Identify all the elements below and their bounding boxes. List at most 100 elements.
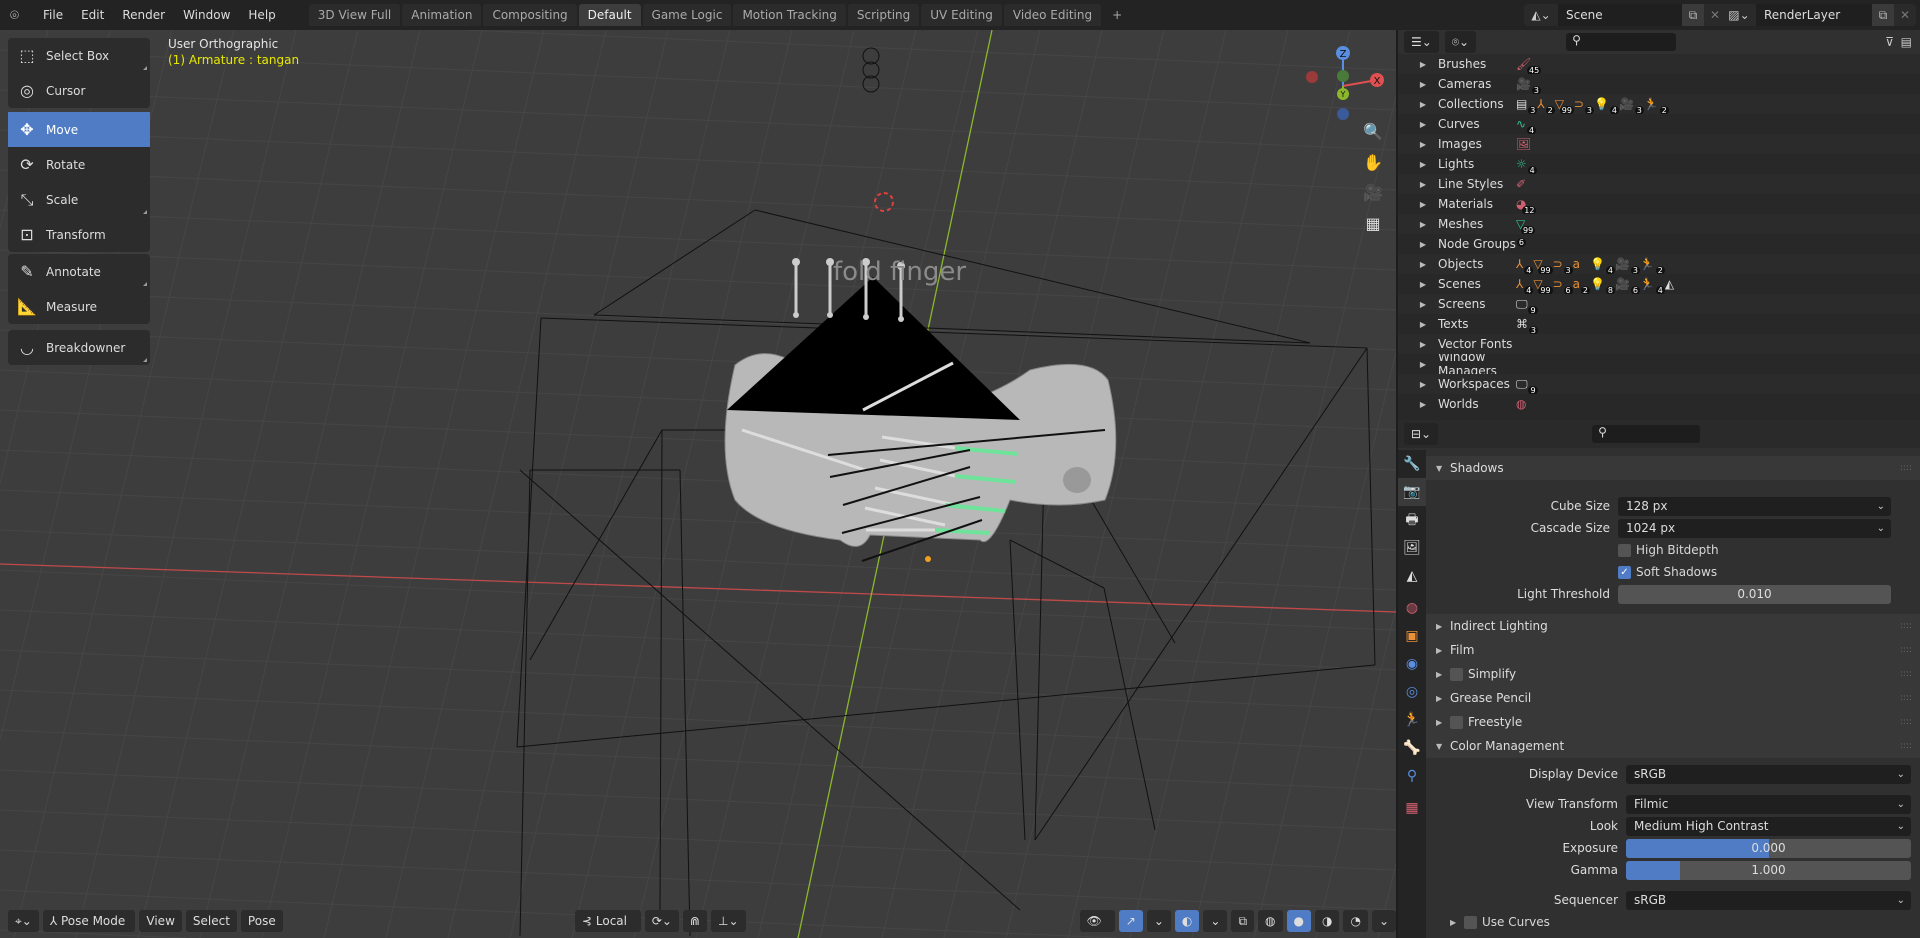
datablock-icon[interactable]: ◭ bbox=[1665, 276, 1681, 292]
tab-motion-tracking[interactable]: Motion Tracking bbox=[733, 4, 846, 26]
tool-scale[interactable]: ⤡ Scale bbox=[8, 182, 150, 217]
drag-handle-icon[interactable]: :::: bbox=[1900, 669, 1912, 679]
drag-handle-icon[interactable]: :::: bbox=[1900, 741, 1912, 751]
expand-arrow-icon[interactable]: ▶ bbox=[1398, 140, 1438, 149]
datablock-icon[interactable]: a2 bbox=[1573, 276, 1590, 294]
properties-tab-icon[interactable]: 🖶 bbox=[1398, 506, 1426, 534]
blender-logo-icon[interactable]: ⌾ bbox=[10, 6, 34, 24]
outliner-item-screens[interactable]: ▶ Screens 🖵 9 bbox=[1398, 294, 1920, 314]
navigation-gizmo[interactable]: Z X Y bbox=[1300, 38, 1390, 128]
panel-header[interactable]: ▼ Color Management:::: bbox=[1426, 734, 1920, 758]
scene-selector[interactable]: ◭⌄ Scene ⧉ ✕ bbox=[1524, 4, 1748, 26]
datablock-icon[interactable]: ⅄ 4 bbox=[1516, 256, 1534, 274]
shading-dropdown[interactable]: ⌄ bbox=[1371, 910, 1396, 932]
shading-solid[interactable]: ● bbox=[1286, 910, 1311, 932]
outliner-item-meshes[interactable]: ▶ Meshes ▽ 99 bbox=[1398, 214, 1920, 234]
datablock-icon[interactable]: ▽ 99 bbox=[1533, 276, 1553, 294]
outliner-search-input[interactable]: ⚲ bbox=[1566, 33, 1677, 51]
dropdown-select[interactable]: 1024 px ⌄ bbox=[1618, 518, 1891, 538]
transform-orientation-selector[interactable]: ⊰ Local ⌄ bbox=[575, 910, 641, 938]
checkbox[interactable]: ✓ bbox=[1618, 565, 1631, 579]
datablock-icon[interactable]: ⅄ 2 bbox=[1537, 96, 1555, 114]
properties-tab-icon[interactable]: ◍ bbox=[1398, 594, 1426, 622]
new-collection-icon[interactable]: ▤ bbox=[1901, 35, 1912, 49]
dropdown-select[interactable]: 128 px ⌄ bbox=[1618, 496, 1891, 516]
editor-type-button[interactable]: ⊟⌄ bbox=[1404, 423, 1439, 445]
panel-enable-checkbox[interactable] bbox=[1450, 667, 1463, 681]
datablock-icon[interactable]: ▤ 3 bbox=[1516, 96, 1538, 114]
expand-arrow-icon[interactable]: ▶ bbox=[1398, 380, 1438, 389]
properties-tab-icon[interactable]: 🦴 bbox=[1398, 734, 1426, 762]
tool-annotate[interactable]: ✎ Annotate bbox=[8, 254, 150, 289]
tab-default[interactable]: Default bbox=[578, 4, 641, 26]
expand-arrow-icon[interactable]: ▶ bbox=[1398, 400, 1438, 409]
outliner-item-texts[interactable]: ▶ Texts ⌘ 3 bbox=[1398, 314, 1920, 334]
datablock-icon[interactable]: 🎥 3 bbox=[1619, 96, 1644, 114]
datablock-icon[interactable]: 🏃 2 bbox=[1640, 256, 1665, 274]
camera-view-icon[interactable]: 🎥 bbox=[1360, 180, 1386, 206]
expand-arrow-icon[interactable]: ▶ bbox=[1398, 260, 1438, 269]
number-slider[interactable]: 1.000 bbox=[1626, 860, 1911, 880]
shading-rendered[interactable]: ◔ bbox=[1343, 910, 1368, 932]
drag-handle-icon[interactable]: :::: bbox=[1900, 693, 1912, 703]
datablock-icon[interactable]: 🖵 9 bbox=[1516, 376, 1538, 394]
expand-arrow-icon[interactable]: ▶ bbox=[1398, 300, 1438, 309]
datablock-icon[interactable]: 🎥 3 bbox=[1516, 76, 1541, 94]
checkbox-row[interactable]: ✓ Soft Shadows bbox=[1426, 562, 1920, 582]
snap-toggle[interactable]: ⋒ bbox=[682, 910, 708, 932]
expand-arrow-icon[interactable]: ▶ bbox=[1398, 80, 1438, 89]
number-slider[interactable]: 0.000 bbox=[1626, 838, 1911, 858]
gizmo-dropdown[interactable]: ⌄ bbox=[1146, 910, 1171, 932]
datablock-icon[interactable]: 💡 4 bbox=[1594, 96, 1619, 114]
visibility-button[interactable]: 👁⌄ bbox=[1079, 910, 1115, 938]
expand-arrow-icon[interactable]: ▶ bbox=[1398, 240, 1438, 249]
pivot-point-button[interactable]: ⟳⌄ bbox=[644, 910, 679, 932]
datablock-icon[interactable]: 🎥 6 bbox=[1615, 276, 1640, 294]
tab-video-editing[interactable]: Video Editing bbox=[1003, 4, 1102, 26]
properties-tab-icon[interactable]: 📷 bbox=[1398, 478, 1426, 506]
tool-breakdowner[interactable]: ◡ Breakdowner bbox=[8, 330, 150, 365]
checkbox-row[interactable]: High Bitdepth bbox=[1426, 540, 1920, 560]
tab-compositing[interactable]: Compositing bbox=[483, 4, 577, 26]
3d-viewport[interactable]: fold finger ⬚ Select Box ◎ Cursor ✥ Move ⟳ Rot… bbox=[0, 30, 1396, 938]
filter-icon[interactable]: ⊽ bbox=[1885, 35, 1894, 49]
datablock-icon[interactable]: ◕ 12 bbox=[1516, 196, 1537, 214]
outliner-item-cameras[interactable]: ▶ Cameras 🎥 3 bbox=[1398, 74, 1920, 94]
panel-header[interactable]: ▶ Film:::: bbox=[1426, 638, 1920, 662]
datablock-icon[interactable]: ☼ 4 bbox=[1516, 156, 1537, 174]
expand-arrow-icon[interactable]: ▶ bbox=[1398, 120, 1438, 129]
expand-arrow-icon[interactable]: ▶ bbox=[1398, 60, 1438, 69]
panel-header[interactable]: ▶ Grease Pencil:::: bbox=[1426, 686, 1920, 710]
select-menu[interactable]: Select bbox=[185, 910, 237, 932]
pose-menu[interactable]: Pose bbox=[240, 910, 283, 932]
expand-arrow-icon[interactable]: ▶ bbox=[1398, 320, 1438, 329]
editor-type-button[interactable]: ☰⌄ bbox=[1404, 31, 1439, 53]
outliner-item-brushes[interactable]: ▶ Brushes 🖌 45 bbox=[1398, 54, 1920, 74]
datablock-icon[interactable]: ∿ 4 bbox=[1516, 116, 1537, 134]
viewport-scene[interactable]: fold finger bbox=[0, 30, 1396, 938]
outliner-item-lights[interactable]: ▶ Lights ☼ 4 bbox=[1398, 154, 1920, 174]
panel-header[interactable]: ▶ Simplify:::: bbox=[1426, 662, 1920, 686]
datablock-icon[interactable]: ⊃ 6 bbox=[1553, 276, 1573, 294]
expand-arrow-icon[interactable]: ▶ bbox=[1398, 220, 1438, 229]
drag-handle-icon[interactable]: :::: bbox=[1900, 717, 1912, 727]
datablock-icon[interactable]: 🏃 4 bbox=[1640, 276, 1665, 294]
grid-view-icon[interactable]: ▦ bbox=[1360, 211, 1386, 237]
shading-wireframe[interactable]: ◍ bbox=[1258, 910, 1283, 932]
menu-render[interactable]: Render bbox=[113, 8, 174, 22]
datablock-icon[interactable]: ⌘ 3 bbox=[1516, 316, 1538, 334]
properties-tab-icon[interactable]: ⚲ bbox=[1398, 762, 1426, 790]
properties-tab-icon[interactable]: ◉ bbox=[1398, 650, 1426, 678]
dropdown-select[interactable]: sRGB ⌄ bbox=[1626, 764, 1911, 784]
datablock-icon[interactable]: 💡 8 bbox=[1590, 276, 1615, 294]
tab-scripting[interactable]: Scripting bbox=[847, 4, 920, 26]
outliner-item-materials[interactable]: ▶ Materials ◕ 12 bbox=[1398, 194, 1920, 214]
tool-move[interactable]: ✥ Move bbox=[8, 112, 150, 147]
properties-tab-icon[interactable]: ▦ bbox=[1398, 794, 1426, 822]
menu-help[interactable]: Help bbox=[239, 8, 284, 22]
properties-search-input[interactable]: ⚲ bbox=[1592, 425, 1701, 443]
dropdown-select[interactable]: Medium High Contrast ⌄ bbox=[1626, 816, 1911, 836]
outliner-item-worlds[interactable]: ▶ Worlds ◍ bbox=[1398, 394, 1920, 414]
tab-game-logic[interactable]: Game Logic bbox=[642, 4, 732, 26]
editor-type-button[interactable]: ⌖⌄ bbox=[8, 910, 39, 932]
